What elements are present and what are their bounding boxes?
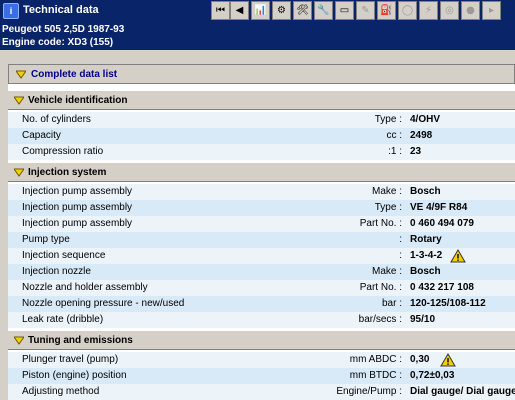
row-label: Plunger travel (pump) <box>22 354 119 365</box>
diagnostic-icon[interactable]: 🔧 <box>314 1 333 20</box>
row-value: VE 4/9F R84 <box>410 202 468 213</box>
row-value: 120-125/108-112 <box>410 298 486 309</box>
window-title: Technical data <box>23 4 99 16</box>
row-unit: Make : <box>371 186 402 197</box>
row-unit: mm BTDC : <box>349 370 402 381</box>
row-value: Rotary <box>410 234 442 245</box>
diamond-icon <box>14 96 24 105</box>
row-label: Nozzle opening pressure - new/used <box>22 298 185 309</box>
row-unit: : <box>399 250 402 261</box>
vehicle-header: Peugeot 505 2,5D 1987-93 Engine code: XD… <box>0 22 515 50</box>
diamond-icon <box>16 70 26 79</box>
row-value: 0,72±0,03 <box>410 370 455 381</box>
spark-icon[interactable]: ⚡ <box>419 1 438 20</box>
left-gutter <box>0 64 8 400</box>
table-row: Compression ratio :1 : 23 <box>8 144 515 160</box>
table-row: Pump type : Rotary <box>8 232 515 248</box>
belt-icon[interactable]: ◯ <box>398 1 417 20</box>
diamond-icon <box>14 336 24 345</box>
table-row: Injection nozzle Make : Bosch <box>8 264 515 280</box>
row-value: Bosch <box>410 186 441 197</box>
row-label: Injection sequence <box>22 250 106 261</box>
row-label: Injection pump assembly <box>22 186 133 197</box>
row-unit: Type : <box>374 114 402 125</box>
row-unit: bar : <box>381 298 402 309</box>
first-record-icon[interactable]: ⏮ <box>211 1 230 20</box>
row-unit: Make : <box>371 266 402 277</box>
row-value: 0 460 494 079 <box>410 218 474 229</box>
row-label: Compression ratio <box>22 146 104 157</box>
table-row: Injection pump assembly Type : VE 4/9F R… <box>8 200 515 216</box>
section-title: Vehicle identification <box>28 95 128 106</box>
section-title: Injection system <box>28 167 107 178</box>
brush-icon[interactable]: ✎ <box>356 1 375 20</box>
table-row: Injection sequence : 1-3-4-2 <box>8 248 515 264</box>
row-value: 23 <box>410 146 422 157</box>
table-row: Plunger travel (pump) mm ABDC : 0,30 <box>8 352 515 368</box>
engine-icon[interactable]: 🛠 <box>293 1 312 20</box>
row-unit: mm ABDC : <box>349 354 402 365</box>
row-value: 0,30 <box>410 354 430 365</box>
warning-icon[interactable] <box>450 249 466 263</box>
section-vehicle-identification[interactable]: Vehicle identification <box>8 90 515 110</box>
row-unit: Engine/Pump : <box>336 386 402 397</box>
engine-code: Engine code: XD3 (155) <box>2 37 114 48</box>
row-value: 4/OHV <box>410 114 441 125</box>
row-label: Pump type <box>22 234 70 245</box>
table-row: Adjusting method Engine/Pump : Dial gaug… <box>8 384 515 400</box>
tyre-icon[interactable]: ◎ <box>440 1 459 20</box>
app-icon[interactable]: i <box>3 3 19 19</box>
row-label: Injection pump assembly <box>22 218 133 229</box>
row-label: Piston (engine) position <box>22 370 127 381</box>
row-label: Adjusting method <box>22 386 100 397</box>
row-label: Injection pump assembly <box>22 202 133 213</box>
prev-record-icon[interactable]: ◀ <box>230 1 249 20</box>
filter-icon[interactable]: ⛽ <box>377 1 396 20</box>
table-row: Capacity cc : 2498 <box>8 128 515 144</box>
row-unit: : <box>399 234 402 245</box>
warning-icon[interactable] <box>440 353 456 367</box>
row-unit: :1 : <box>388 146 402 157</box>
table-row: Nozzle opening pressure - new/used bar :… <box>8 296 515 312</box>
row-unit: Part No. : <box>359 218 402 229</box>
table-row: Injection pump assembly Make : Bosch <box>8 184 515 200</box>
vehicle-model: Peugeot 505 2,5D 1987-93 <box>2 24 125 35</box>
section-tuning-and-emissions[interactable]: Tuning and emissions <box>8 330 515 350</box>
toolbar: ⏮ ◀ 📊 ⚙ 🛠 🔧 ▭ ✎ ⛽ ◯ ⚡ ◎ ● ▸ <box>210 0 515 22</box>
table-row: Piston (engine) position mm BTDC : 0,72±… <box>8 368 515 384</box>
table-row: Nozzle and holder assembly Part No. : 0 … <box>8 280 515 296</box>
row-label: Injection nozzle <box>22 266 91 277</box>
more-icon[interactable]: ▸ <box>482 1 501 20</box>
table-row: Leak rate (dribble) bar/secs : 95/10 <box>8 312 515 328</box>
row-label: Capacity <box>22 130 61 141</box>
row-label: Nozzle and holder assembly <box>22 282 148 293</box>
row-value: 95/10 <box>410 314 436 325</box>
row-unit: Part No. : <box>359 282 402 293</box>
settings-icon[interactable]: ⚙ <box>272 1 291 20</box>
row-value: Dial gauge/ Dial gauge <box>410 386 515 397</box>
light-icon[interactable]: ● <box>461 1 480 20</box>
data-list: Complete data list Vehicle identificatio… <box>8 64 515 400</box>
section-injection-system[interactable]: Injection system <box>8 162 515 182</box>
header-separator <box>0 50 515 64</box>
table-row: No. of cylinders Type : 4/OHV <box>8 112 515 128</box>
row-value: 1-3-4-2 <box>410 250 443 261</box>
complete-data-list-button[interactable]: Complete data list <box>8 64 515 84</box>
row-value: 0 432 217 108 <box>410 282 474 293</box>
complete-data-list-label: Complete data list <box>31 69 118 80</box>
diamond-icon <box>14 168 24 177</box>
table-row: Injection pump assembly Part No. : 0 460… <box>8 216 515 232</box>
chart-icon[interactable]: 📊 <box>251 1 270 20</box>
section-title: Tuning and emissions <box>28 335 133 346</box>
row-unit: cc : <box>386 130 402 141</box>
row-unit: Type : <box>374 202 402 213</box>
row-value: 2498 <box>410 130 433 141</box>
battery-icon[interactable]: ▭ <box>335 1 354 20</box>
row-label: Leak rate (dribble) <box>22 314 104 325</box>
row-label: No. of cylinders <box>22 114 91 125</box>
row-value: Bosch <box>410 266 441 277</box>
row-unit: bar/secs : <box>358 314 402 325</box>
